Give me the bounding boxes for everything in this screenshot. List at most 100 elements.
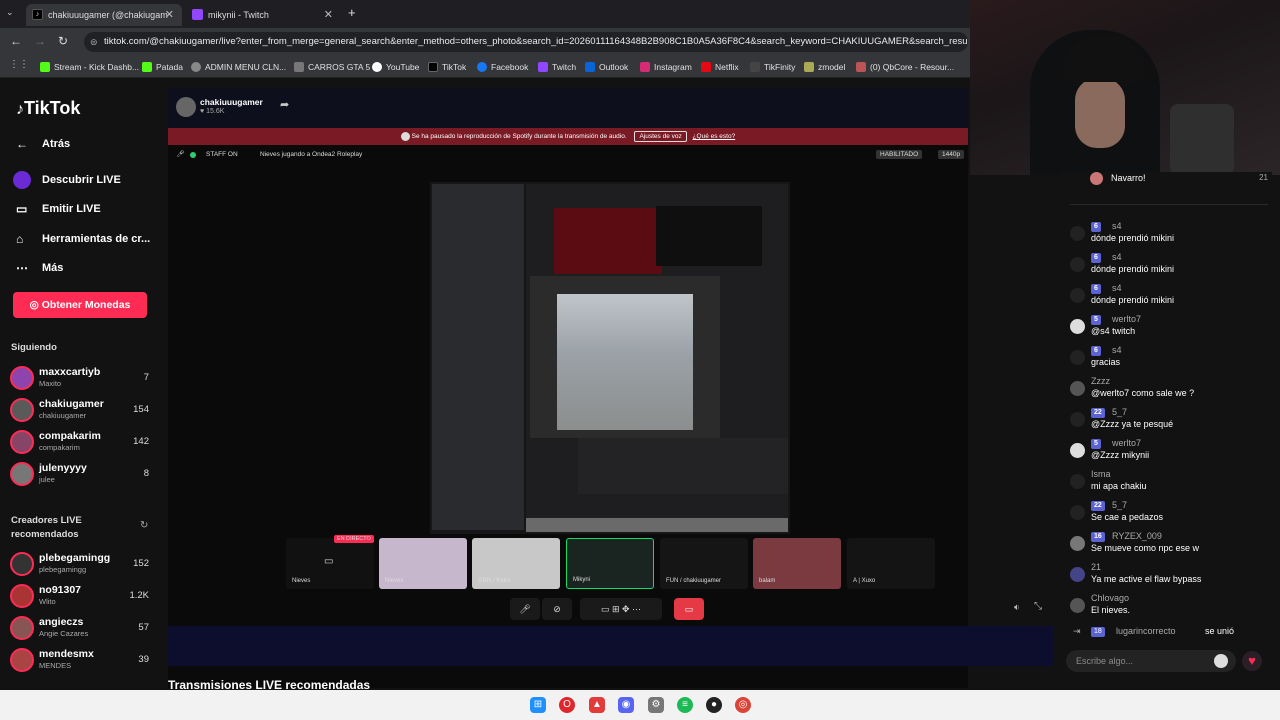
share-icon[interactable]: ➦: [280, 98, 289, 111]
screen-share-button[interactable]: ▭ ⊞ ✥ ⋯: [580, 598, 662, 620]
recommended-item[interactable]: no91307 Wlito 1.2K: [10, 582, 154, 612]
tab-twitch[interactable]: mikynii - Twitch ✕: [186, 4, 341, 26]
bookmark-item[interactable]: Patada: [142, 60, 183, 74]
avatar[interactable]: [1070, 381, 1085, 396]
chat-username[interactable]: Chlovago: [1091, 593, 1129, 603]
voice-settings-button[interactable]: Ajustes de voz: [634, 131, 687, 142]
following-item[interactable]: julenyyyy julee 8: [10, 460, 154, 490]
nav-creator-tools[interactable]: ⌂ Herramientas de cr...: [16, 231, 150, 247]
tab-list-icon[interactable]: ⌄: [6, 7, 14, 18]
windows-start-icon[interactable]: ⊞: [530, 697, 546, 713]
chat-username[interactable]: 5_7: [1112, 407, 1127, 417]
stream-video[interactable]: [430, 182, 790, 534]
leave-call-button[interactable]: ▭: [674, 598, 704, 620]
chat-input[interactable]: Escribe algo...: [1066, 650, 1236, 672]
chat-username[interactable]: werlto7: [1112, 314, 1141, 324]
new-tab-button[interactable]: +: [348, 5, 356, 20]
app-icon[interactable]: ▲: [589, 697, 605, 713]
close-icon[interactable]: ✕: [165, 4, 174, 26]
bookmark-item[interactable]: Facebook: [477, 60, 528, 74]
chat-username[interactable]: 21: [1091, 562, 1101, 572]
bookmark-item[interactable]: zmodel: [804, 60, 845, 74]
bookmark-item[interactable]: Twitch: [538, 60, 576, 74]
opera-icon[interactable]: O: [559, 697, 575, 713]
apps-icon[interactable]: ⋮⋮: [9, 59, 29, 70]
guest-thumb[interactable]: FUN / chakiuugamer: [660, 538, 748, 589]
avatar[interactable]: [1070, 536, 1085, 551]
quality-badge[interactable]: 1440p: [938, 150, 965, 159]
chat-username[interactable]: s4: [1112, 252, 1122, 262]
chat-username[interactable]: s4: [1112, 283, 1122, 293]
bookmark-item[interactable]: Outlook: [585, 60, 628, 74]
recommended-item[interactable]: mendesmx MENDES 39: [10, 646, 154, 676]
chat-username[interactable]: RYZEX_009: [1112, 531, 1162, 541]
guest-thumb[interactable]: EN DIRECTO ▭ Nieves: [286, 535, 374, 589]
bookmark-item[interactable]: Instagram: [640, 60, 692, 74]
host-name[interactable]: chakiuuugamer: [200, 97, 263, 107]
bookmark-item[interactable]: Netflix: [701, 60, 739, 74]
avatar[interactable]: [1070, 474, 1085, 489]
chat-username[interactable]: s4: [1112, 221, 1122, 231]
nav-back[interactable]: ← Atrás: [16, 136, 70, 152]
guest-thumb[interactable]: GRN / Keira: [472, 538, 560, 589]
avatar[interactable]: [1070, 443, 1085, 458]
back-icon[interactable]: ←: [10, 34, 22, 48]
refresh-icon[interactable]: ↻: [140, 520, 148, 531]
bookmark-item[interactable]: TikFinity: [750, 60, 795, 74]
bookmark-item[interactable]: Stream - Kick Dashb...: [40, 60, 139, 74]
obs-icon[interactable]: ●: [706, 697, 722, 713]
avatar[interactable]: [176, 97, 196, 117]
close-icon[interactable]: ✕: [324, 4, 333, 26]
chat-username[interactable]: Isma: [1091, 469, 1111, 479]
guest-thumb[interactable]: balam: [753, 538, 841, 589]
chat-username[interactable]: Zzzz: [1091, 376, 1110, 386]
what-is-this-link[interactable]: ¿Qué es esto?: [693, 133, 736, 140]
nav-discover-live[interactable]: Descubrir LIVE: [13, 171, 121, 189]
fullscreen-icon[interactable]: ⤡: [1034, 601, 1042, 612]
forward-icon[interactable]: →: [34, 34, 46, 48]
guest-thumb[interactable]: Nieves: [379, 538, 467, 589]
tab-tiktok[interactable]: ♪ chakiuuugamer (@chakiugam ✕: [26, 4, 182, 26]
volume-icon[interactable]: 🔉︎: [1014, 602, 1020, 613]
settings-icon[interactable]: ⚙: [648, 697, 664, 713]
guest-thumb[interactable]: Mikyni: [566, 538, 654, 589]
chat-message: Zzzz @werlto7 como sale we ?: [1070, 376, 1268, 407]
avatar[interactable]: [1070, 412, 1085, 427]
avatar[interactable]: [1070, 226, 1085, 241]
recommended-item[interactable]: plebegamingg plebegamingg 152: [10, 550, 154, 580]
discord-icon[interactable]: ◉: [618, 697, 634, 713]
spotify-icon[interactable]: ≡: [677, 697, 693, 713]
avatar[interactable]: [1070, 319, 1085, 334]
nav-go-live[interactable]: ▭ Emitir LIVE: [16, 201, 101, 217]
bookmark-item[interactable]: (0) QbCore - Resour...: [856, 60, 954, 74]
chat-username[interactable]: s4: [1112, 345, 1122, 355]
avatar[interactable]: [1070, 505, 1085, 520]
nav-more[interactable]: ⋯ Más: [16, 260, 63, 276]
site-info-icon[interactable]: ⊜: [90, 32, 98, 52]
avatar[interactable]: [1070, 567, 1085, 582]
tiktok-logo[interactable]: ♪TikTok: [16, 98, 80, 119]
avatar[interactable]: [1070, 598, 1085, 613]
chrome-icon[interactable]: ◎: [735, 697, 751, 713]
bookmark-item[interactable]: YouTube: [372, 60, 419, 74]
following-item[interactable]: chakiugamer chakiuugamer 154: [10, 396, 154, 426]
emoji-icon[interactable]: [1214, 654, 1228, 668]
reload-icon[interactable]: ↻: [58, 34, 68, 48]
mic-button[interactable]: 🎤︎: [510, 598, 540, 620]
bookmark-item[interactable]: ADMIN MENU CLN...: [191, 60, 286, 74]
avatar[interactable]: [1070, 288, 1085, 303]
following-item[interactable]: maxxcartiyb Maxito 7: [10, 364, 154, 394]
following-item[interactable]: compakarim compakarim 142: [10, 428, 154, 458]
chat-username[interactable]: 5_7: [1112, 500, 1127, 510]
avatar[interactable]: [1070, 257, 1085, 272]
guest-thumb[interactable]: A | Xuxo: [847, 538, 935, 589]
chat-username[interactable]: werlto7: [1112, 438, 1141, 448]
get-coins-button[interactable]: ◎ Obtener Monedas: [13, 292, 147, 318]
url-input[interactable]: ⊜ tiktok.com/@chakiuugamer/live?enter_fr…: [84, 32, 968, 52]
recommended-item[interactable]: angieczs Angie Cazares 57: [10, 614, 154, 644]
avatar[interactable]: [1070, 350, 1085, 365]
gift-heart-button[interactable]: ♥: [1242, 651, 1262, 671]
bookmark-item[interactable]: TikTok: [428, 60, 466, 74]
bookmark-item[interactable]: CARROS GTA 5: [294, 60, 370, 74]
camera-button[interactable]: ⊘: [542, 598, 572, 620]
